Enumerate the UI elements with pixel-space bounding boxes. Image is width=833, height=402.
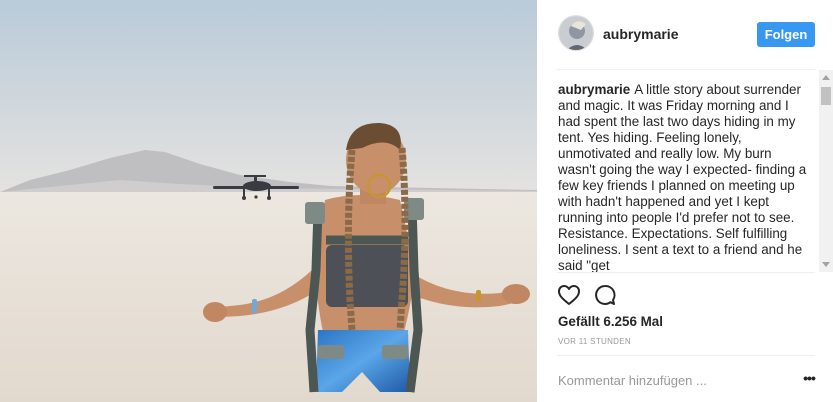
post-timestamp[interactable]: VOR 11 STUNDEN — [558, 337, 631, 346]
caption-username[interactable]: aubrymarie — [558, 82, 630, 97]
follow-button[interactable]: Folgen — [757, 22, 815, 47]
post-header: aubrymarie Folgen — [537, 0, 833, 70]
username-link[interactable]: aubrymarie — [603, 26, 678, 42]
post-photo[interactable] — [0, 0, 537, 402]
post-detail-panel: aubrymarie Folgen aubrymarie A little sto… — [537, 0, 833, 402]
avatar-image — [559, 16, 593, 50]
speech-bubble-icon[interactable] — [593, 283, 617, 307]
post-photo-image — [0, 0, 537, 402]
actions-divider — [557, 272, 815, 273]
more-options-icon[interactable]: ••• — [799, 370, 819, 388]
caption-scrollbar[interactable] — [819, 70, 833, 272]
like-count[interactable]: Gefällt 6.256 Mal — [558, 314, 663, 329]
avatar[interactable] — [558, 15, 594, 51]
header-divider — [557, 69, 815, 70]
caption-scroll-area[interactable]: aubrymarie A little story about surrender… — [558, 82, 811, 272]
scroll-thumb[interactable] — [821, 87, 831, 105]
scroll-up-arrow-icon[interactable] — [822, 75, 830, 80]
comment-input[interactable] — [558, 371, 788, 389]
heart-icon[interactable] — [557, 283, 581, 307]
caption: aubrymarie A little story about surrender… — [558, 82, 811, 272]
caption-text: A little story about surrender and magic… — [558, 82, 807, 272]
scroll-down-arrow-icon[interactable] — [822, 262, 830, 267]
comment-divider — [557, 355, 815, 356]
